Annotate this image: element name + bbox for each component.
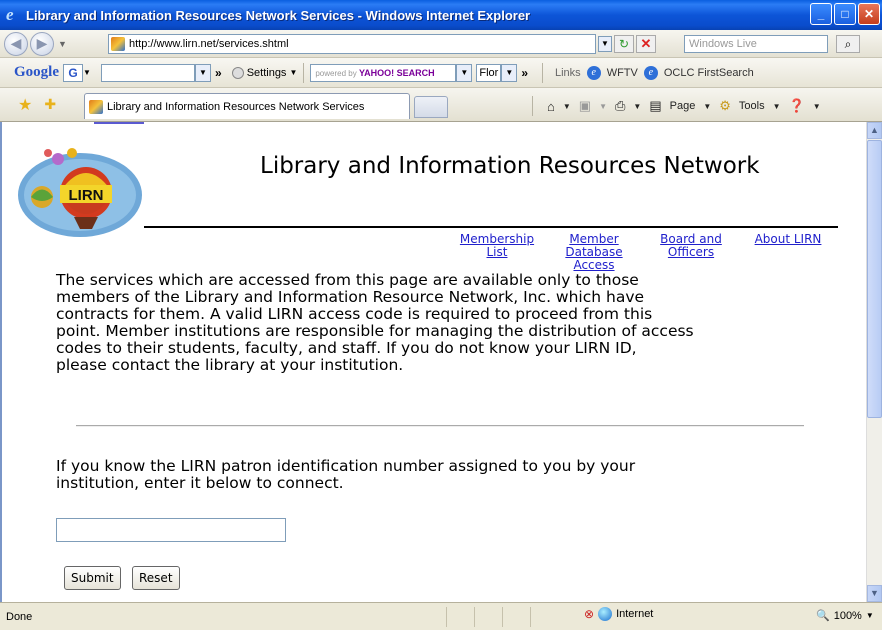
yahoo-search-input[interactable]: powered by YAHOO! SEARCH: [310, 63, 457, 82]
back-arrow-icon: ◀: [10, 35, 22, 51]
settings-label: Settings: [246, 66, 287, 79]
history-dropdown-icon[interactable]: ▼: [58, 39, 67, 49]
nav-member-database-access[interactable]: Member Database Access: [556, 233, 632, 272]
balloon-logo-icon: LIRN: [18, 148, 142, 237]
favorites-star-icon[interactable]: ★: [18, 95, 32, 115]
svg-text:LIRN: LIRN: [69, 187, 104, 204]
chevron-down-icon[interactable]: ▼: [563, 102, 571, 111]
intro-paragraph: The services which are accessed from thi…: [56, 271, 694, 374]
back-button[interactable]: ◀: [4, 31, 28, 56]
chevron-down-icon[interactable]: ▼: [599, 102, 607, 111]
zoom-control[interactable]: 🔍 100% ▼: [816, 609, 874, 623]
yahoo-prefix: powered by: [315, 68, 357, 78]
ie-link-icon: e: [586, 65, 601, 80]
chevron-down-icon: ▼: [772, 101, 781, 111]
flor-dropdown[interactable]: ▼: [501, 63, 518, 82]
zoom-level: 100%: [833, 609, 862, 622]
more-chevron-icon[interactable]: »: [521, 66, 528, 80]
submit-button[interactable]: Submit: [64, 566, 121, 590]
chevron-down-icon[interactable]: ▼: [813, 102, 821, 111]
more-chevron-icon[interactable]: »: [215, 66, 222, 80]
google-logo: Google: [14, 64, 59, 80]
links-label[interactable]: Links: [555, 67, 581, 79]
status-bar: Done ⊗ Internet 🔍 100% ▼: [0, 602, 882, 630]
address-toolbar: ◀ ▶ ▼ http://www.lirn.net/services.shtml…: [0, 30, 882, 58]
status-text: Done: [6, 610, 33, 623]
page-title: Library and Information Resources Networ…: [260, 153, 760, 179]
address-dropdown-icon[interactable]: ▼: [598, 36, 612, 52]
yahoo-brand: YAHOO! SEARCH: [358, 67, 435, 78]
tab-label: Library and Information Resources Networ…: [107, 100, 365, 113]
tab-bar: ★ ✚ Library and Information Resources Ne…: [0, 88, 882, 122]
site-favicon-icon: [89, 99, 103, 114]
link-wftv[interactable]: WFTV: [607, 67, 638, 79]
patron-id-input[interactable]: [56, 518, 286, 542]
page-content: LIRN Library and Information Resources N…: [0, 122, 866, 602]
top-link-underline[interactable]: [94, 122, 144, 124]
minimize-button[interactable]: _: [810, 3, 832, 25]
live-search-input[interactable]: Windows Live: [684, 35, 828, 53]
forward-button[interactable]: ▶: [30, 31, 54, 56]
page-menu[interactable]: Page: [670, 100, 696, 112]
scroll-down-icon[interactable]: ▼: [867, 585, 882, 602]
yahoo-search-dropdown[interactable]: ▼: [456, 63, 473, 82]
settings-button[interactable]: Settings ▼: [231, 66, 298, 79]
vertical-scrollbar[interactable]: ▲ ▼: [866, 122, 882, 602]
toolbar-separator: [542, 62, 543, 83]
popup-blocked-icon[interactable]: ⊗: [584, 607, 594, 621]
maximize-button[interactable]: □: [834, 3, 856, 25]
help-icon[interactable]: ❓: [789, 98, 805, 114]
title-bar: e Library and Information Resources Netw…: [0, 0, 882, 30]
print-icon[interactable]: ⎙: [615, 98, 625, 114]
refresh-button[interactable]: ↻: [614, 35, 634, 53]
stop-button[interactable]: ✕: [636, 35, 656, 53]
home-icon[interactable]: ⌂: [547, 99, 555, 114]
google-toolbar: Google G ▼ ▼ » Settings ▼ powered by YAH…: [0, 58, 882, 88]
scroll-thumb[interactable]: [867, 140, 882, 418]
chevron-down-icon: ▼: [703, 101, 712, 111]
google-search-dropdown[interactable]: ▼: [195, 63, 211, 82]
add-favorites-icon[interactable]: ✚: [44, 96, 56, 113]
address-url: http://www.lirn.net/services.shtml: [129, 38, 289, 50]
toolbar-separator: [532, 96, 533, 116]
ie-logo-icon: e: [6, 5, 14, 24]
chevron-down-icon: ▼: [865, 611, 874, 620]
reset-button[interactable]: Reset: [132, 566, 180, 590]
new-tab-button[interactable]: [414, 96, 448, 118]
nav-about-lirn[interactable]: About LIRN: [746, 233, 830, 246]
close-button[interactable]: ✕: [858, 3, 880, 25]
id-prompt-paragraph: If you know the LIRN patron identificati…: [56, 457, 636, 492]
address-input[interactable]: http://www.lirn.net/services.shtml: [108, 34, 596, 54]
gear-icon: ⚙: [719, 98, 731, 113]
page-icon: ▤: [649, 98, 662, 113]
status-cells: [446, 607, 558, 627]
scroll-up-icon[interactable]: ▲: [867, 122, 882, 139]
nav-membership-list[interactable]: Membership List: [454, 233, 540, 259]
nav-board-and-officers[interactable]: Board and Officers: [652, 233, 730, 259]
chevron-down-icon[interactable]: ▼: [83, 68, 95, 77]
ie-link-icon: e: [643, 65, 658, 80]
chevron-down-icon: ▼: [289, 68, 298, 77]
globe-icon: [598, 607, 613, 621]
section-divider: [76, 425, 804, 427]
toolbar-separator: [303, 62, 305, 83]
chevron-down-icon[interactable]: ▼: [633, 102, 641, 111]
window-title: Library and Information Resources Networ…: [26, 7, 531, 23]
feeds-icon[interactable]: ▣: [579, 98, 591, 114]
flor-select[interactable]: Flor: [476, 63, 502, 82]
security-zone[interactable]: ⊗ Internet: [584, 607, 653, 621]
site-favicon-icon: [111, 37, 125, 51]
zoom-icon: 🔍: [816, 610, 830, 622]
tools-menu[interactable]: Tools: [739, 100, 765, 112]
google-search-input[interactable]: [101, 63, 195, 82]
tab-lirn-services[interactable]: Library and Information Resources Networ…: [84, 93, 410, 119]
header-divider: [144, 226, 838, 228]
link-oclc-firstsearch[interactable]: OCLC FirstSearch: [664, 67, 754, 79]
settings-icon: [231, 66, 244, 79]
forward-arrow-icon: ▶: [36, 35, 48, 51]
google-g-button[interactable]: G: [63, 63, 83, 82]
lirn-logo: LIRN: [18, 147, 144, 239]
zone-label: Internet: [616, 608, 654, 620]
search-icon[interactable]: ⌕: [836, 35, 860, 53]
